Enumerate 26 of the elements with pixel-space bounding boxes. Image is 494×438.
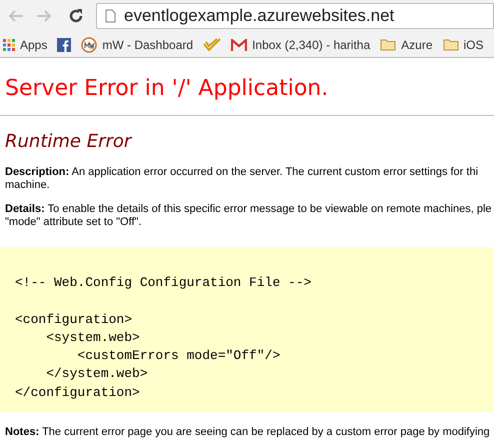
bookmark-item[interactable]: mW - Dashboard: [81, 36, 194, 54]
folder-icon: [442, 38, 458, 51]
paragraph-line: machine.: [5, 179, 51, 192]
apps-grid-icon: [3, 38, 15, 50]
address-bar[interactable]: eventlogexample.azurewebsites.net: [96, 3, 494, 29]
error-heading: Runtime Error: [4, 130, 134, 154]
notes-text: Notes: The current error page you are seeing can be replaced by a custom error page by modifying: [4, 425, 491, 438]
reload-icon[interactable]: [68, 8, 84, 24]
page-icon: [105, 9, 116, 23]
paragraph-line: Details: To enable the details of this specific error message to be viewable on remote machines, ple: [5, 203, 493, 216]
paragraph-line: "mode" attribute set to "Off".: [5, 216, 142, 229]
folder-icon: [380, 38, 396, 51]
bookmark-item[interactable]: Azure: [380, 36, 432, 54]
mw-logo-icon: [81, 36, 98, 52]
bookmark-item[interactable]: Apps: [3, 36, 48, 54]
page-title: Server Error in '/' Application.: [5, 75, 330, 103]
gmail-icon: [231, 38, 248, 50]
checkmark-icon[interactable]: [203, 38, 222, 52]
back-icon[interactable]: [8, 9, 24, 23]
facebook-icon[interactable]: [57, 38, 72, 52]
bookmark-item[interactable]: iOS: [442, 36, 484, 54]
paragraph-line: Description: An application error occurred on the server. The current custom error settings for thi: [5, 166, 480, 179]
code-text: <!-- Web.Config Configuration File --> <configuration> <system.web> <customErrors mode="Off"/> </system.web> </configuration>: [15, 274, 312, 402]
bookmark-item[interactable]: Inbox (2,340) - haritha: [231, 36, 370, 54]
url-text: eventlogexample.azurewebsites.net: [124, 5, 394, 28]
forward-icon[interactable]: [36, 9, 52, 23]
